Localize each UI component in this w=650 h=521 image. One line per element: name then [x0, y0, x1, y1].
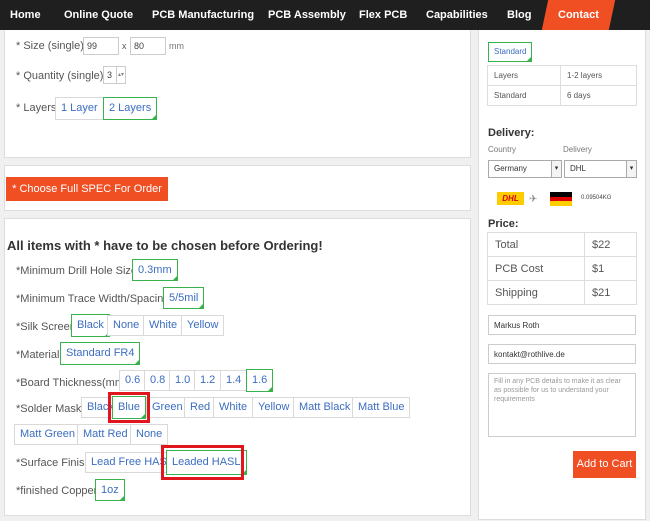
- silk-label: *Silk Screen:: [16, 321, 79, 333]
- mask-option-matt-red[interactable]: Matt Red: [77, 424, 134, 445]
- quantity-select[interactable]: 3 ▴▾: [103, 66, 126, 84]
- build-row-layers: Layers 1-2 layers: [487, 65, 637, 86]
- layer-option-2[interactable]: 2 Layers: [103, 97, 158, 120]
- silk-option-none[interactable]: None: [107, 315, 146, 336]
- chevron-down-icon: ▾: [626, 161, 636, 177]
- country-select[interactable]: Germany ▾: [488, 160, 562, 178]
- price-row-amount: $22: [584, 232, 637, 257]
- silk-option-yellow[interactable]: Yellow: [181, 315, 225, 336]
- thickness-option-1-0[interactable]: 1.0: [169, 370, 197, 391]
- delivery-select[interactable]: DHL ▾: [564, 160, 637, 178]
- price-row-label: Shipping: [487, 280, 585, 305]
- drill-label: *Minimum Drill Hole Size:: [16, 265, 141, 277]
- name-field[interactable]: Markus Roth: [488, 315, 636, 335]
- nav-pcb-assembly[interactable]: PCB Assembly: [268, 0, 346, 30]
- leaded-highlight-box: [161, 445, 244, 480]
- size-width-input[interactable]: 99: [83, 37, 119, 55]
- quantity-value: 3: [107, 70, 113, 80]
- choose-full-spec-button[interactable]: * Choose Full SPEC For Order: [6, 177, 168, 201]
- price-table: Total $22 PCB Cost $1 Shipping $21: [487, 232, 637, 305]
- build-row-standard: Standard 6 days: [487, 85, 637, 106]
- thickness-option-0-8[interactable]: 0.8: [144, 370, 172, 391]
- price-row-shipping: Shipping $21: [487, 280, 637, 305]
- thickness-option-0-6[interactable]: 0.6: [119, 370, 147, 391]
- price-row-amount: $1: [584, 256, 637, 281]
- mask-option-matt-green[interactable]: Matt Green: [14, 424, 82, 445]
- thickness-option-1-4[interactable]: 1.4: [220, 370, 248, 391]
- thickness-option-1-6[interactable]: 1.6: [246, 369, 274, 392]
- dhl-logo: DHL: [497, 192, 524, 205]
- solder-mask-label: *Solder Mask:: [16, 403, 85, 415]
- surface-finish-label: *Surface Finish:: [16, 457, 94, 469]
- silk-option-black[interactable]: Black: [71, 314, 110, 337]
- size-height-input[interactable]: 80: [130, 37, 166, 55]
- copper-label: *finished Copper:: [16, 485, 101, 497]
- mask-option-matt-blue[interactable]: Matt Blue: [352, 397, 411, 418]
- drill-option[interactable]: 0.3mm: [132, 259, 178, 281]
- quantity-chevron-icon: ▴▾: [116, 67, 125, 83]
- build-row-value: 6 days: [560, 85, 637, 106]
- price-row-total: Total $22: [487, 232, 637, 257]
- quantity-label: * Quantity (single):: [16, 70, 107, 82]
- add-to-cart-button[interactable]: Add to Cart: [573, 451, 636, 478]
- price-row-amount: $21: [584, 280, 637, 305]
- basic-options-panel: * Size (single): 99 x 80 mm * Quantity (…: [4, 30, 471, 158]
- silk-option-white[interactable]: White: [143, 315, 184, 336]
- email-field[interactable]: kontakt@rothlive.de: [488, 344, 636, 364]
- chevron-down-icon: ▾: [551, 161, 561, 177]
- mask-option-matt-black[interactable]: Matt Black: [293, 397, 357, 418]
- price-row-label: PCB Cost: [487, 256, 585, 281]
- thickness-label: *Board Thickness(mm):: [16, 377, 131, 389]
- size-x-label: x: [122, 41, 127, 51]
- trace-label: *Minimum Trace Width/Spacing:: [16, 293, 173, 305]
- price-title: Price:: [488, 218, 519, 230]
- build-time-standard-tab[interactable]: Standard: [488, 42, 533, 62]
- delivery-value: DHL: [570, 164, 587, 173]
- nav-contact-label: Contact: [558, 9, 599, 21]
- thickness-option-1-2[interactable]: 1.2: [194, 370, 222, 391]
- mask-option-red[interactable]: Red: [184, 397, 217, 418]
- layer-option-1[interactable]: 1 Layer: [55, 97, 104, 120]
- material-label: *Material:: [16, 349, 63, 361]
- copper-option[interactable]: 1oz: [95, 479, 125, 501]
- top-nav: Home Online Quote PCB Manufacturing PCB …: [0, 0, 650, 30]
- mask-option-none[interactable]: None: [130, 424, 169, 445]
- mask-option-green[interactable]: Green: [146, 397, 189, 418]
- build-info-table: Layers 1-2 layers Standard 6 days: [487, 65, 637, 106]
- layers-label: * Layers:: [16, 102, 60, 114]
- notes-textarea[interactable]: Fill in any PCB details to make it as cl…: [488, 373, 636, 437]
- shipping-weight: 0.09504KG: [581, 195, 612, 201]
- price-row-pcb-cost: PCB Cost $1: [487, 256, 637, 281]
- material-option[interactable]: Standard FR4: [60, 342, 141, 365]
- build-row-value: 1-2 layers: [560, 65, 637, 86]
- country-value: Germany: [494, 164, 527, 173]
- nav-online-quote[interactable]: Online Quote: [64, 0, 133, 30]
- plane-icon: ✈: [529, 194, 538, 205]
- trace-option[interactable]: 5/5mil: [163, 287, 205, 309]
- size-label: * Size (single):: [16, 40, 87, 52]
- mask-option-yellow[interactable]: Yellow: [252, 397, 296, 418]
- build-row-key: Standard: [487, 85, 561, 106]
- nav-blog[interactable]: Blog: [507, 0, 531, 30]
- delivery-title: Delivery:: [488, 127, 535, 139]
- delivery-label: Delivery: [563, 145, 592, 154]
- size-unit-label: mm: [169, 41, 184, 51]
- build-row-key: Layers: [487, 65, 561, 86]
- nav-flex-pcb[interactable]: Flex PCB: [359, 0, 407, 30]
- nav-pcb-manufacturing[interactable]: PCB Manufacturing: [152, 0, 254, 30]
- nav-capabilities[interactable]: Capabilities: [426, 0, 488, 30]
- germany-flag-icon: [550, 192, 572, 206]
- options-heading: All items with * have to be chosen befor…: [7, 238, 323, 253]
- mask-option-white[interactable]: White: [213, 397, 254, 418]
- country-label: Country: [488, 145, 517, 154]
- price-row-label: Total: [487, 232, 585, 257]
- nav-home[interactable]: Home: [10, 0, 41, 30]
- blue-highlight-box: [108, 392, 150, 423]
- nav-contact[interactable]: Contact: [541, 0, 616, 30]
